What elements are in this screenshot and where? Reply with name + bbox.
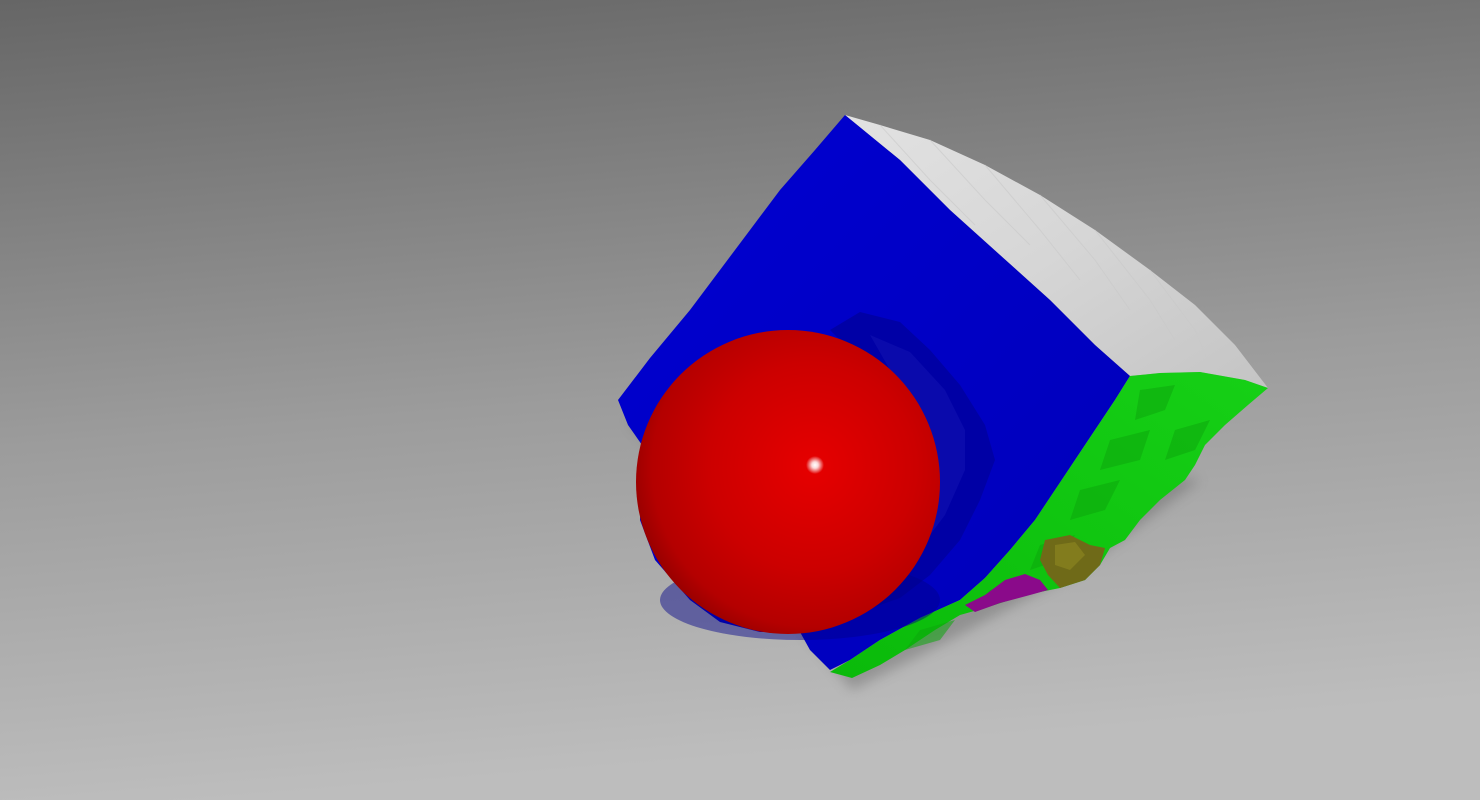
sphere-specular-highlight (806, 456, 824, 474)
3d-viewport[interactable] (0, 0, 1480, 800)
red-sphere (636, 330, 940, 634)
rendered-scene[interactable] (0, 0, 1480, 800)
